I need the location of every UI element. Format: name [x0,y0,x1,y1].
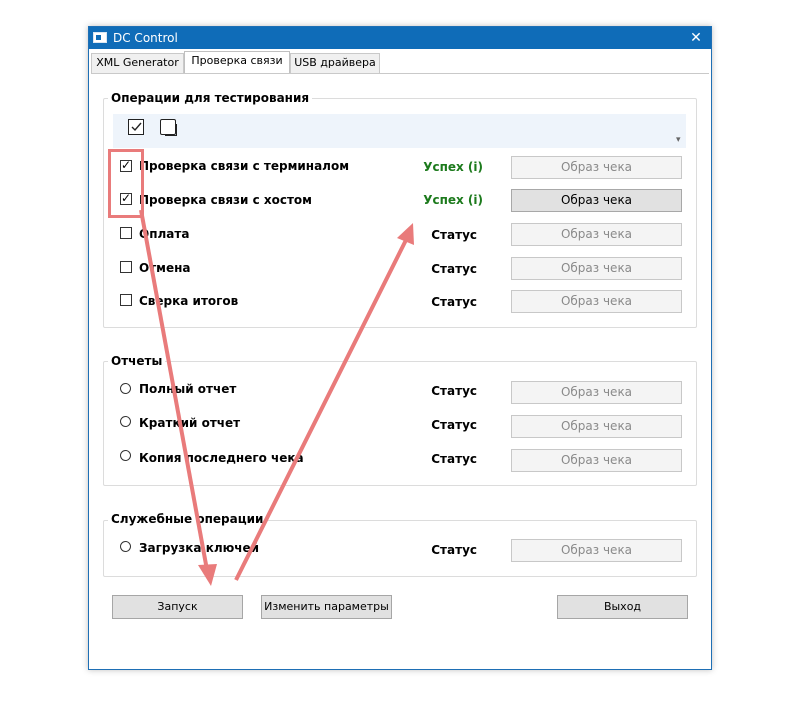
annotation-arrow-up [234,239,408,581]
annotation-arrowhead-down [198,564,217,586]
annotation-arrow-down [139,209,209,571]
annotation-arrows [139,209,414,586]
tab-connection-check[interactable]: Проверка связи [184,51,290,73]
